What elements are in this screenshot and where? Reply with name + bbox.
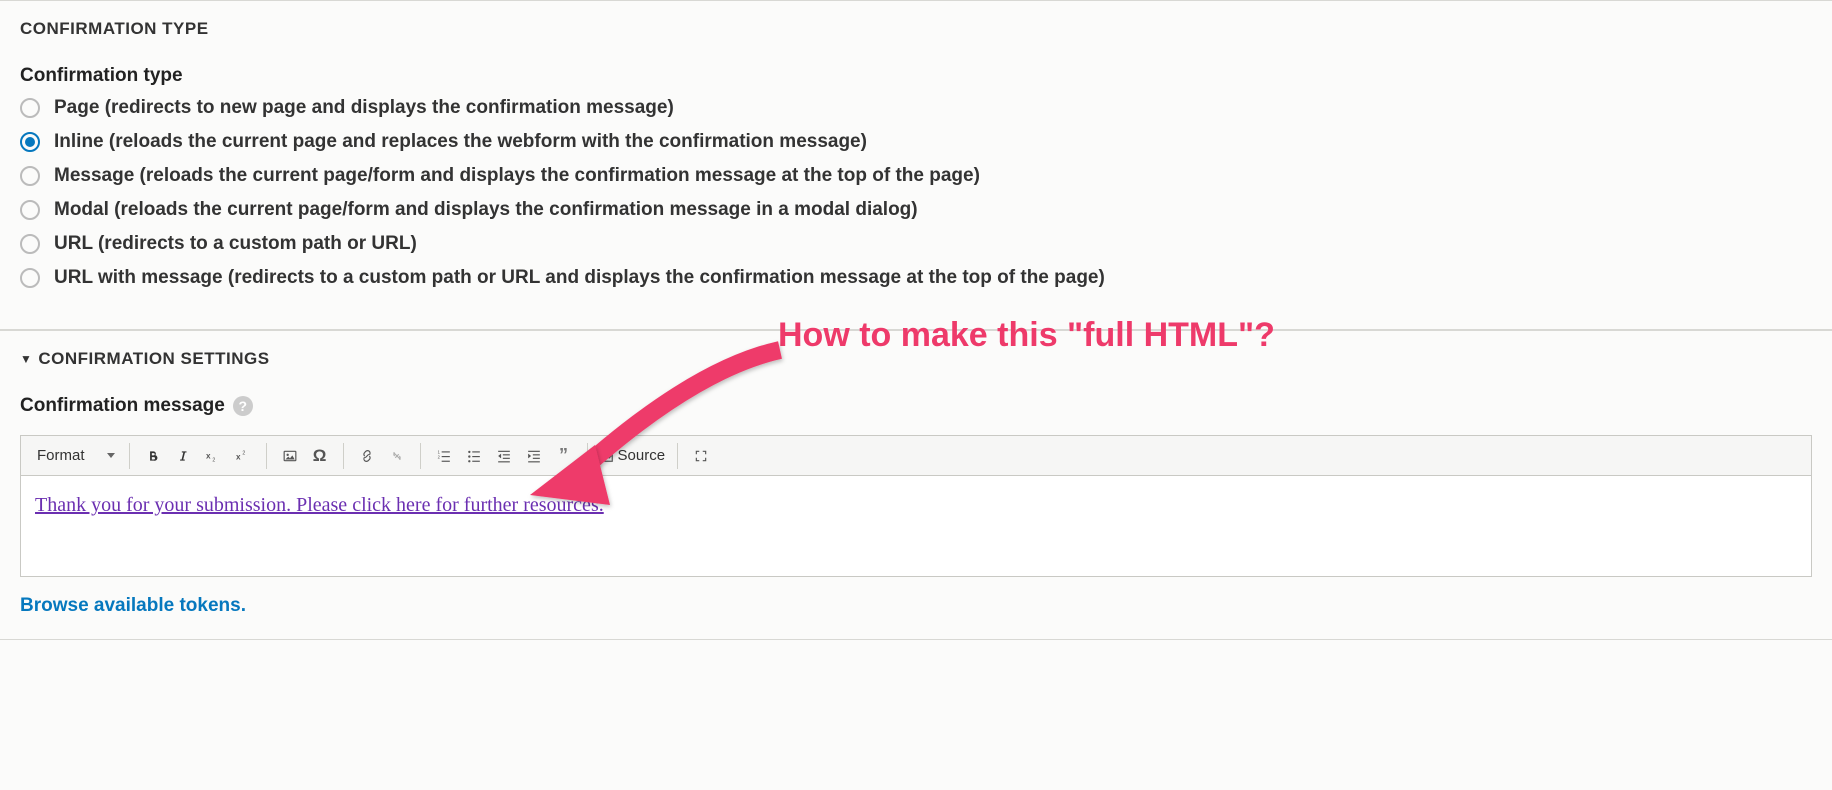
editor-body[interactable]: Thank you for your submission. Please cl… <box>21 476 1811 576</box>
unlink-button[interactable] <box>382 441 412 471</box>
unordered-list-button[interactable] <box>459 441 489 471</box>
italic-button[interactable] <box>168 441 198 471</box>
svg-text:x: x <box>206 451 211 460</box>
confirmation-message-label: Confirmation message ? <box>20 395 1812 417</box>
radio-option-inline[interactable]: Inline (reloads the current page and rep… <box>20 131 1812 153</box>
radio-input[interactable] <box>20 268 40 288</box>
radio-label: URL (redirects to a custom path or URL) <box>54 233 417 255</box>
toolbar-separator <box>420 443 421 469</box>
blockquote-button[interactable]: ” <box>549 441 579 471</box>
confirmation-type-radios: Page (redirects to new page and displays… <box>20 97 1812 289</box>
source-button[interactable]: Source <box>596 441 670 471</box>
radio-option-page[interactable]: Page (redirects to new page and displays… <box>20 97 1812 119</box>
help-icon[interactable]: ? <box>233 396 253 416</box>
radio-label: Inline (reloads the current page and rep… <box>54 131 867 153</box>
radio-input[interactable] <box>20 166 40 186</box>
radio-option-message[interactable]: Message (reloads the current page/form a… <box>20 165 1812 187</box>
superscript-button[interactable]: x2 <box>228 441 258 471</box>
browse-tokens-link[interactable]: Browse available tokens. <box>20 595 246 617</box>
special-char-button[interactable]: Ω <box>305 441 335 471</box>
radio-input[interactable] <box>20 132 40 152</box>
svg-text:x: x <box>236 452 241 461</box>
link-button[interactable] <box>352 441 382 471</box>
radio-option-modal[interactable]: Modal (reloads the current page/form and… <box>20 199 1812 221</box>
editor-content-link[interactable]: Thank you for your submission. Please cl… <box>35 494 604 516</box>
confirmation-settings-fieldset: CONFIRMATION SETTINGS Confirmation messa… <box>0 330 1832 623</box>
source-button-label: Source <box>618 447 666 464</box>
editor-toolbar: Format x2 x2 <box>21 436 1811 476</box>
indent-button[interactable] <box>519 441 549 471</box>
outdent-button[interactable] <box>489 441 519 471</box>
wysiwyg-editor: Format x2 x2 <box>20 435 1812 577</box>
annotation-text: How to make this "full HTML"? <box>778 316 1275 355</box>
toolbar-separator <box>677 443 678 469</box>
svg-text:2: 2 <box>242 450 245 456</box>
confirmation-message-label-text: Confirmation message <box>20 395 225 417</box>
radio-input[interactable] <box>20 234 40 254</box>
confirmation-type-label: Confirmation type <box>20 65 1812 87</box>
format-dropdown-label: Format <box>37 447 85 464</box>
maximize-button[interactable] <box>686 441 716 471</box>
section-divider <box>0 639 1832 640</box>
radio-label: Modal (reloads the current page/form and… <box>54 199 918 221</box>
toolbar-separator <box>343 443 344 469</box>
toolbar-separator <box>266 443 267 469</box>
subscript-button[interactable]: x2 <box>198 441 228 471</box>
confirmation-type-legend: CONFIRMATION TYPE <box>20 19 1812 39</box>
format-dropdown[interactable]: Format <box>23 441 125 471</box>
image-button[interactable] <box>275 441 305 471</box>
toolbar-separator <box>129 443 130 469</box>
toolbar-separator <box>587 443 588 469</box>
bold-button[interactable] <box>138 441 168 471</box>
confirmation-type-fieldset: CONFIRMATION TYPE Confirmation type Page… <box>0 0 1832 330</box>
ordered-list-button[interactable]: 12 <box>429 441 459 471</box>
radio-label: Page (redirects to new page and displays… <box>54 97 674 119</box>
radio-label: URL with message (redirects to a custom … <box>54 267 1105 289</box>
radio-option-url[interactable]: URL (redirects to a custom path or URL) <box>20 233 1812 255</box>
svg-text:2: 2 <box>437 454 440 459</box>
radio-option-url-with-message[interactable]: URL with message (redirects to a custom … <box>20 267 1812 289</box>
radio-input[interactable] <box>20 98 40 118</box>
chevron-down-icon <box>107 453 115 458</box>
svg-text:2: 2 <box>212 457 215 463</box>
radio-label: Message (reloads the current page/form a… <box>54 165 980 187</box>
radio-input[interactable] <box>20 200 40 220</box>
